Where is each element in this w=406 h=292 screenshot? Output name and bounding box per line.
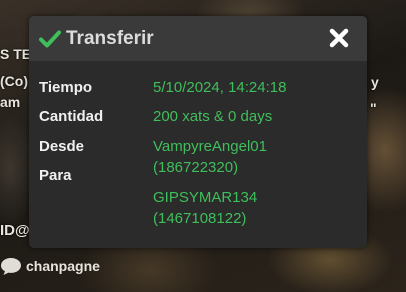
close-icon[interactable] xyxy=(329,28,349,48)
value-para-id: (1467108122) xyxy=(153,210,247,227)
check-icon xyxy=(39,29,61,49)
value-cantidad: 200 xats & 0 days xyxy=(153,108,273,125)
label-cantidad: Cantidad xyxy=(39,108,104,125)
background-text-fragment: y xyxy=(371,74,379,90)
chat-user-item[interactable]: chanpagne xyxy=(0,256,100,276)
value-desde-name: VampyreAngel01 xyxy=(153,138,267,155)
value-para-name: GIPSYMAR134 xyxy=(153,189,258,206)
background-text-fragment: ID@ xyxy=(0,222,30,239)
value-desde-id: (186722320) xyxy=(153,159,239,176)
transfer-dialog: Transferir Tiempo 5/10/2024, 14:24:18 Ca… xyxy=(29,16,367,248)
dialog-header: Transferir xyxy=(29,16,367,61)
label-tiempo: Tiempo xyxy=(39,79,93,96)
background-text-fragment: (Co) xyxy=(0,73,28,89)
label-desde: Desde xyxy=(39,138,85,155)
dialog-title: Transferir xyxy=(66,27,154,49)
label-para: Para xyxy=(39,167,72,184)
chat-user-name: chanpagne xyxy=(26,258,100,274)
speech-bubble-icon xyxy=(0,256,22,276)
value-tiempo: 5/10/2024, 14:24:18 xyxy=(153,79,287,96)
background-text-fragment: am xyxy=(0,94,21,110)
background-text-fragment: " xyxy=(370,100,377,116)
